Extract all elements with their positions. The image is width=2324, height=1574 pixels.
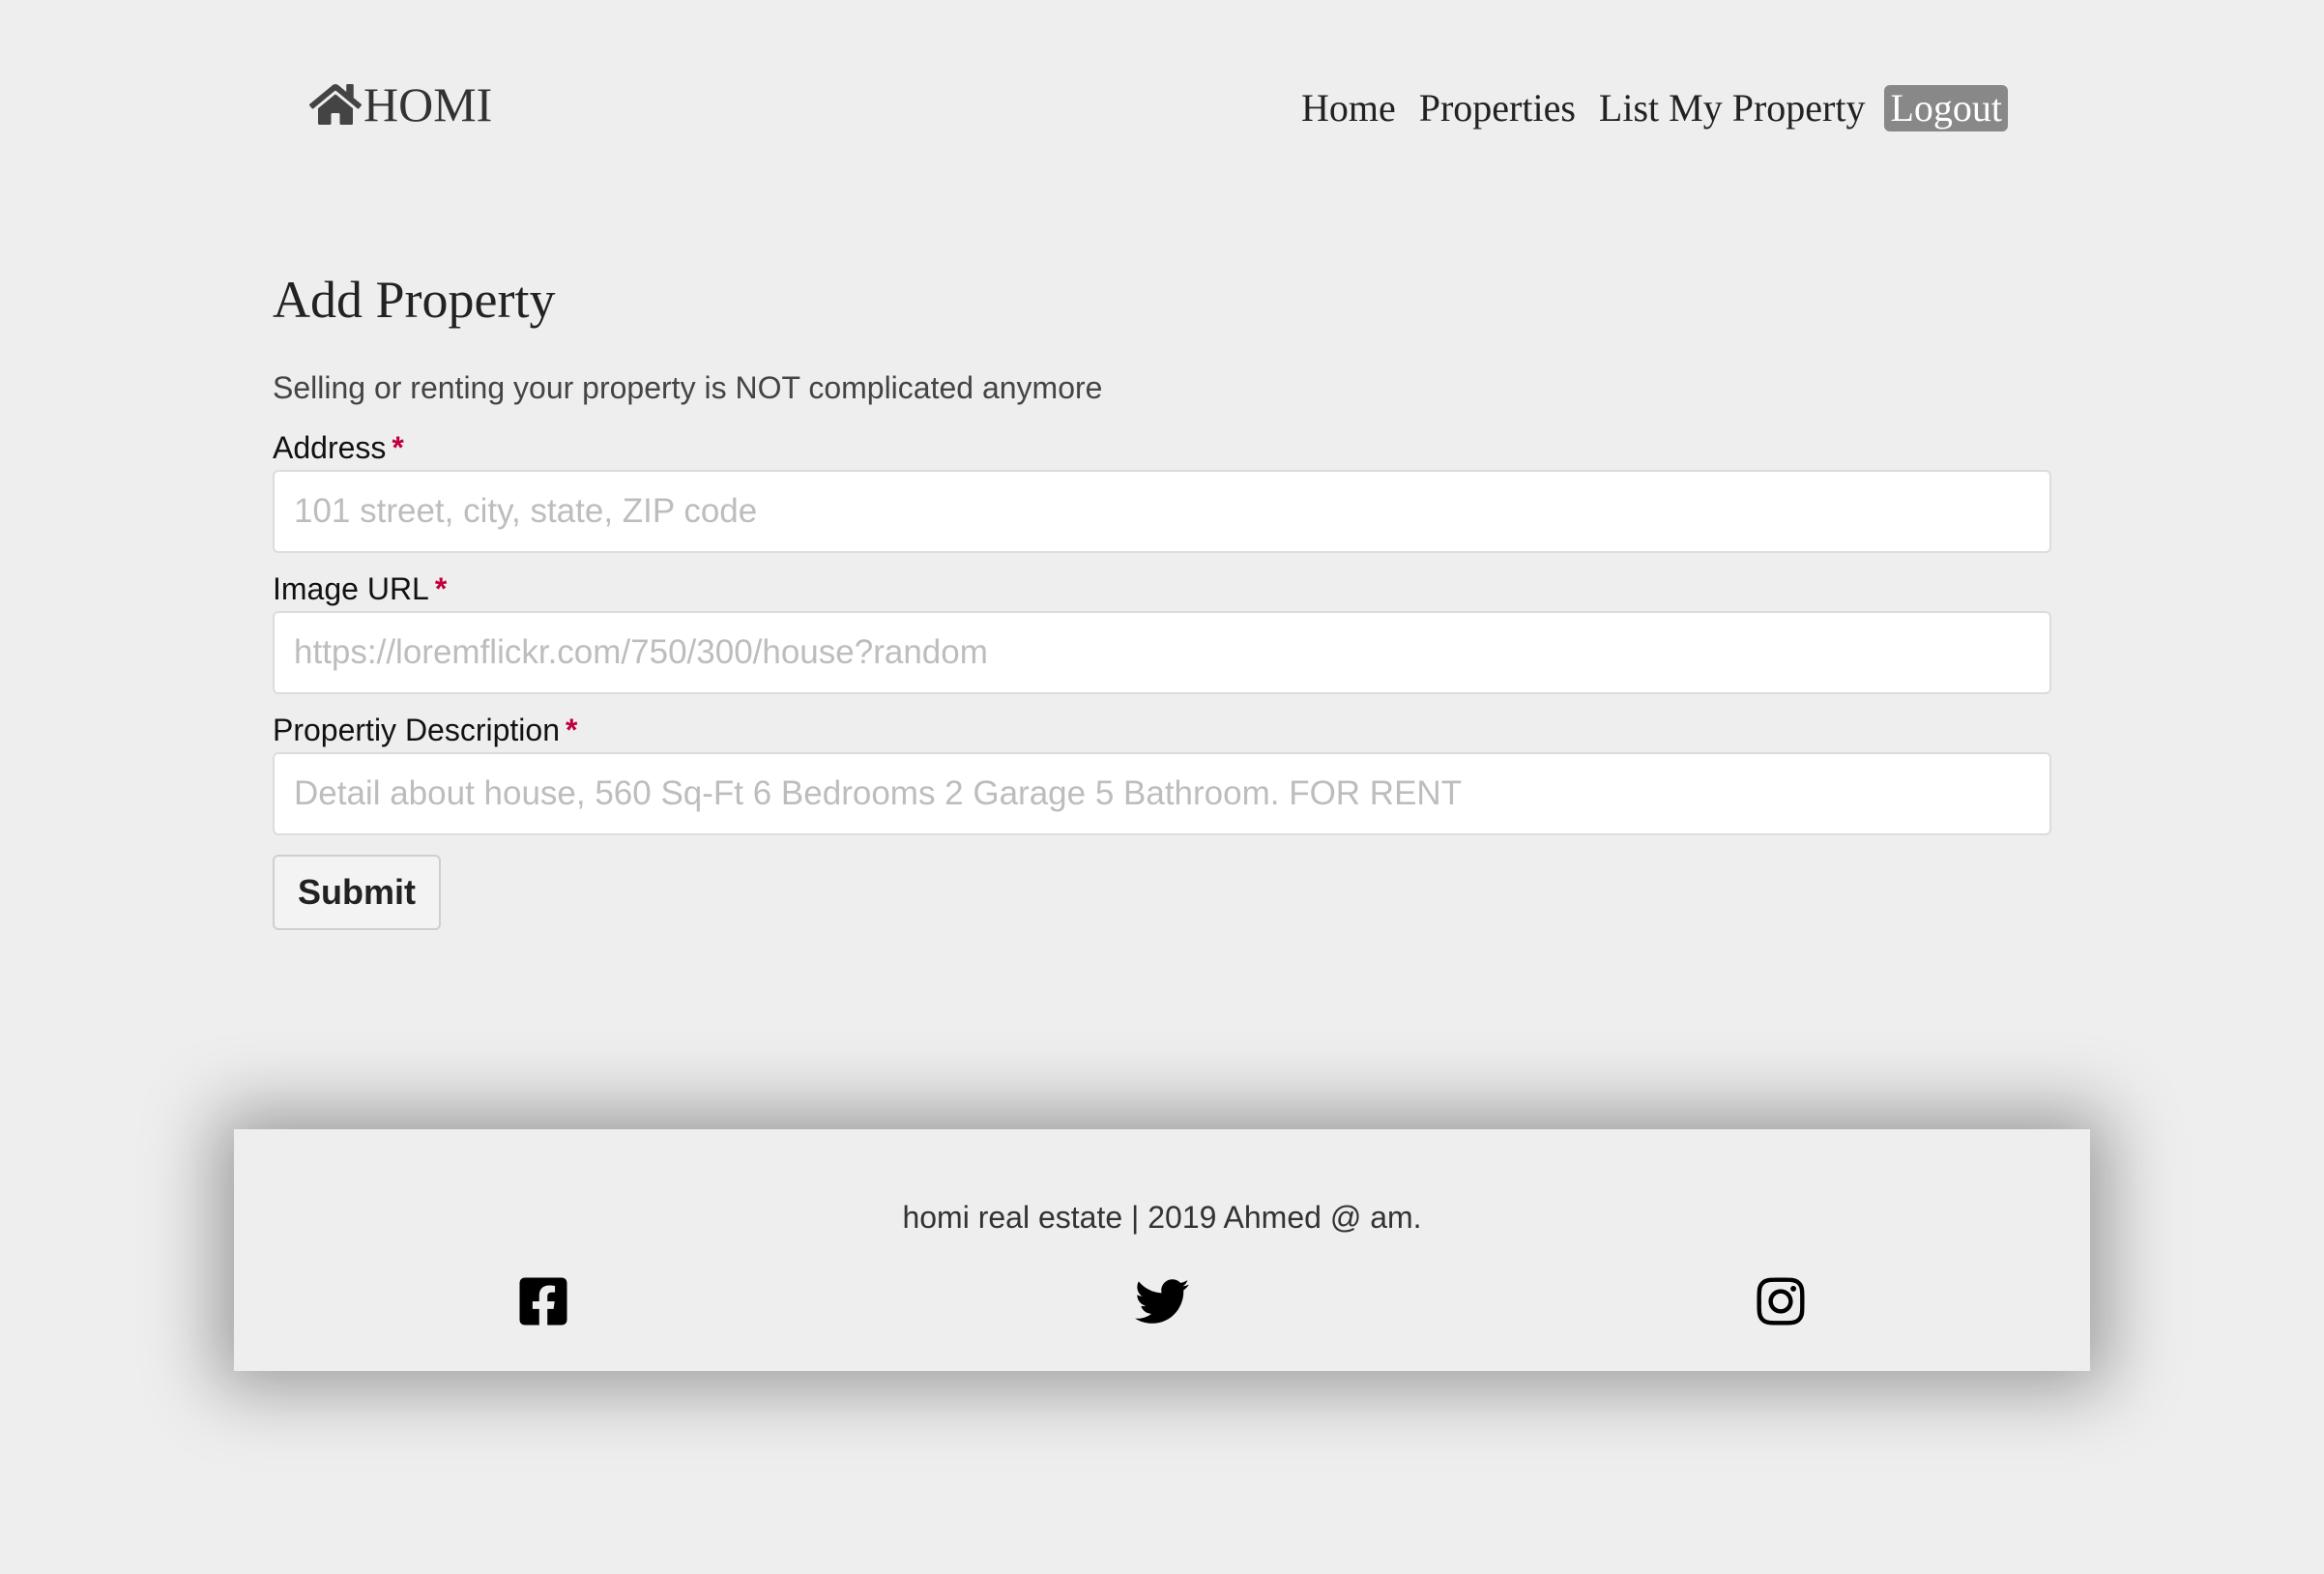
address-label-text: Address xyxy=(273,430,387,465)
main-nav: Home Properties List My Property Logout xyxy=(1290,81,2008,135)
twitter-icon xyxy=(1135,1279,1189,1324)
twitter-link[interactable] xyxy=(1133,1272,1191,1330)
nav-properties[interactable]: Properties xyxy=(1408,85,1587,131)
page-title: Add Property xyxy=(273,271,556,329)
facebook-link[interactable] xyxy=(514,1272,572,1330)
add-property-form: Add Property Selling or renting your pro… xyxy=(273,261,2051,930)
required-mark: * xyxy=(566,713,578,747)
instagram-link[interactable] xyxy=(1752,1272,1810,1330)
nav-home[interactable]: Home xyxy=(1290,85,1408,131)
required-mark: * xyxy=(392,430,404,465)
submit-button[interactable]: Submit xyxy=(273,855,441,930)
footer-text: homi real estate | 2019 Ahmed @ am. xyxy=(902,1200,1422,1235)
page: HOMI Home Properties List My Property Lo… xyxy=(0,0,2324,1574)
description-label-text: Propertiy Description xyxy=(273,713,560,747)
address-label: Address * xyxy=(273,425,2051,470)
image-url-label: Image URL * xyxy=(273,567,2051,611)
image-url-input[interactable] xyxy=(273,611,2051,694)
required-mark: * xyxy=(434,571,448,606)
nav-list-my-property[interactable]: List My Property xyxy=(1587,85,1877,131)
brand-name: HOMI xyxy=(363,77,493,131)
brand-logo[interactable]: HOMI xyxy=(309,75,492,133)
house-icon xyxy=(309,84,362,125)
nav-logout[interactable]: Logout xyxy=(1884,85,2008,131)
description-label: Propertiy Description * xyxy=(273,708,2051,752)
footer: homi real estate | 2019 Ahmed @ am. xyxy=(234,1129,2090,1371)
instagram-icon xyxy=(1757,1277,1805,1326)
address-input[interactable] xyxy=(273,470,2051,553)
facebook-icon xyxy=(519,1277,567,1326)
description-input[interactable] xyxy=(273,752,2051,835)
image-url-label-text: Image URL xyxy=(273,571,429,606)
page-subtitle: Selling or renting your property is NOT … xyxy=(273,370,1103,405)
